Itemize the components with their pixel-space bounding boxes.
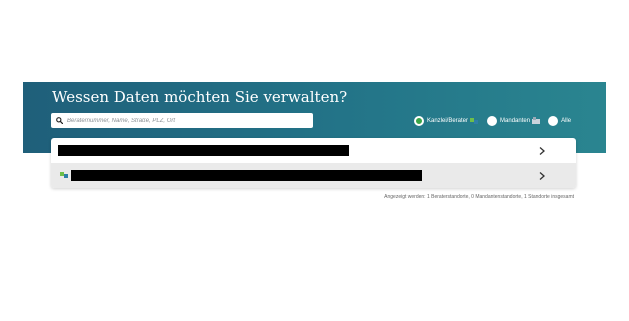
- filter-radio-group: Kanzlei/Berater Mandanten Alle: [414, 114, 579, 127]
- radio-mandanten[interactable]: Mandanten: [487, 115, 541, 126]
- radio-unselected-indicator[interactable]: [487, 115, 498, 126]
- advisor-icon: [470, 117, 479, 124]
- results-count-status: Angezeigt werden: 1 Beraterstandorte, 0 …: [384, 194, 574, 200]
- redacted-name: [71, 170, 422, 181]
- list-item[interactable]: [51, 138, 576, 163]
- advisor-icon: [60, 172, 68, 178]
- search-box[interactable]: [51, 113, 313, 128]
- search-icon: [56, 117, 63, 124]
- radio-kanzlei-berater[interactable]: Kanzlei/Berater: [414, 115, 479, 126]
- list-item[interactable]: [51, 163, 576, 188]
- radio-alle[interactable]: Alle: [548, 115, 572, 126]
- radio-label-mandanten: Mandanten: [500, 117, 531, 124]
- page-title: Wessen Daten möchten Sie verwalten?: [52, 88, 348, 106]
- redacted-name: [58, 145, 349, 156]
- client-icon: [532, 117, 541, 124]
- results-list: [51, 138, 576, 188]
- radio-label-alle: Alle: [561, 117, 572, 124]
- search-input[interactable]: [67, 117, 297, 124]
- radio-unselected-indicator[interactable]: [548, 115, 559, 126]
- radio-label-kanzlei-berater: Kanzlei/Berater: [427, 117, 469, 124]
- chevron-right-icon[interactable]: [538, 146, 546, 156]
- radio-selected-indicator[interactable]: [414, 115, 424, 126]
- chevron-right-icon[interactable]: [538, 171, 546, 181]
